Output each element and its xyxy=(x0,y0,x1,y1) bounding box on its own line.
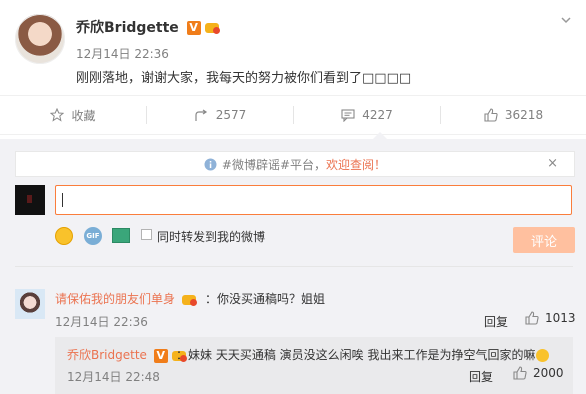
crown-icon xyxy=(204,21,220,35)
reply-like-button[interactable]: 2000 xyxy=(513,366,564,380)
my-avatar xyxy=(15,185,45,215)
chevron-down-icon[interactable] xyxy=(561,15,571,25)
comment-text: ：你没买通稿吗？姐姐 xyxy=(205,292,326,306)
post-text: 刚刚落地，谢谢大家，我每天的努力被你们看到了□□□□ xyxy=(76,71,412,86)
sync-repost-label[interactable]: 同时转发到我的微博 xyxy=(157,228,265,245)
star-icon xyxy=(50,108,65,122)
reply-time: 12月14日 22:48 xyxy=(67,370,160,384)
post-actions-bar: 收藏 2577 4227 36218 xyxy=(0,95,586,135)
post-author[interactable]: 乔欣Bridgette V xyxy=(76,17,220,37)
comment-time: 12月14日 22:36 xyxy=(55,315,148,329)
favorite-button[interactable]: 收藏 xyxy=(0,96,146,134)
reply-like-count: 2000 xyxy=(533,366,564,380)
commenter-avatar[interactable] xyxy=(15,289,45,319)
comment-author[interactable]: 请保佑我的朋友们单身 xyxy=(55,290,197,307)
favorite-label: 收藏 xyxy=(71,108,96,123)
comment-like-count: 1013 xyxy=(545,311,576,325)
notice-link[interactable]: 欢迎查阅！ xyxy=(326,156,386,173)
author-avatar[interactable] xyxy=(15,14,65,64)
verified-badge: V xyxy=(153,348,168,363)
gif-icon[interactable]: GIF xyxy=(84,227,102,245)
comment-input[interactable] xyxy=(55,185,572,215)
comment-button[interactable]: 4227 xyxy=(294,96,440,134)
thumb-up-icon xyxy=(513,366,527,380)
notice-text: #微博辟谣#平台， xyxy=(221,157,327,172)
post-author-name[interactable]: 乔欣Bridgette xyxy=(76,20,179,36)
reply-text: ：妹妹 天天买通稿 演员没这么闲唉 我出来工作是为挣空气回家的嘛 xyxy=(176,346,550,363)
reply-button[interactable]: 回复 xyxy=(469,368,493,385)
comment-icon xyxy=(341,108,355,122)
submit-comment-button[interactable]: 评论 xyxy=(513,227,575,253)
like-button[interactable]: 36218 xyxy=(441,96,586,134)
verified-badge: V xyxy=(186,21,201,35)
reply-author[interactable]: 乔欣Bridgette V xyxy=(67,346,187,363)
sync-repost-checkbox[interactable] xyxy=(141,229,152,240)
laugh-emoji-icon xyxy=(536,349,550,362)
reply-text-body: ：妹妹 天天买通稿 演员没这么闲唉 我出来工作是为挣空气回家的嘛 xyxy=(176,348,536,362)
emoji-icon[interactable] xyxy=(55,227,73,245)
thumb-up-icon xyxy=(484,108,498,122)
text-cursor xyxy=(62,193,63,207)
picture-icon[interactable] xyxy=(112,228,130,243)
thumb-up-icon xyxy=(525,311,539,325)
rumor-notice: #微博辟谣#平台， 欢迎查阅！ xyxy=(15,151,575,177)
reply-button[interactable]: 回复 xyxy=(484,313,508,330)
info-icon xyxy=(204,158,217,170)
reply-author-name[interactable]: 乔欣Bridgette xyxy=(67,348,147,362)
comment-count: 4227 xyxy=(362,108,393,122)
comment-panel-caret xyxy=(373,132,387,139)
comment-author-name[interactable]: 请保佑我的朋友们单身 xyxy=(55,292,175,306)
post-time[interactable]: 12月14日 22:36 xyxy=(76,45,169,62)
crown-icon xyxy=(181,293,197,307)
divider xyxy=(15,266,573,267)
comment-like-button[interactable]: 1013 xyxy=(525,311,576,325)
repost-icon xyxy=(195,109,207,121)
repost-count: 2577 xyxy=(215,108,247,122)
close-icon[interactable]: × xyxy=(547,156,558,171)
repost-button[interactable]: 2577 xyxy=(147,96,293,134)
like-count: 36218 xyxy=(504,108,544,122)
